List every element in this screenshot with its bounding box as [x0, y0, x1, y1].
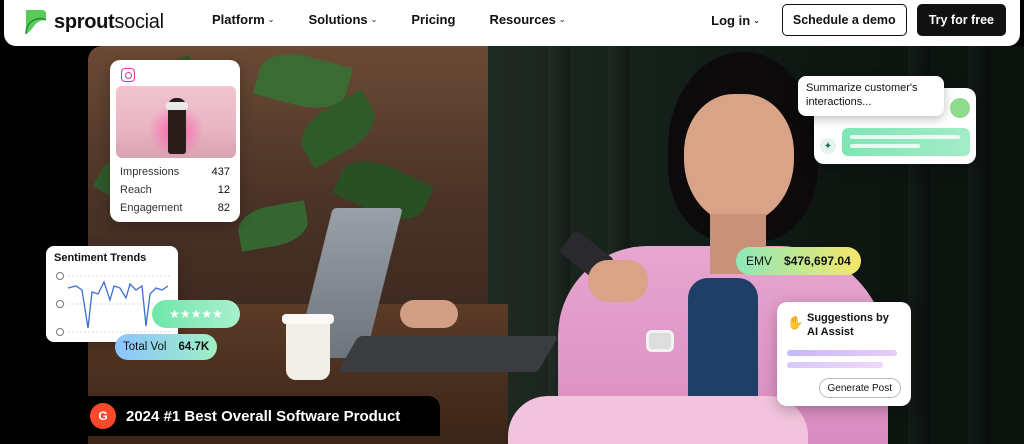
stat-label: Engagement — [120, 202, 183, 214]
text-placeholder-line — [850, 144, 920, 148]
nav-pricing[interactable]: Pricing — [411, 12, 477, 27]
instagram-icon — [121, 68, 135, 82]
chevron-down-icon: ⌄ — [558, 14, 566, 24]
skirt — [508, 396, 808, 444]
nav-resources-label: Resources — [489, 11, 556, 27]
ai-assist-card: ✋ Suggestions by AI Assist Generate Post — [777, 302, 911, 406]
nav-resources[interactable]: Resources ⌄ — [489, 12, 587, 27]
sentiment-trends-card: Sentiment Trends — [46, 246, 178, 342]
laptop-keyboard — [337, 336, 559, 372]
post-stats: Impressions 437 Reach 12 Engagement 82 — [116, 163, 234, 217]
top-nav: sproutsocial Platform ⌄ Solutions ⌄ Pricin… — [4, 0, 1020, 46]
stat-label: Impressions — [120, 166, 180, 178]
ai-hand-sparkle-icon: ✋ — [787, 315, 804, 330]
chevron-down-icon: ⌄ — [370, 14, 378, 24]
coffee-cup-lid — [282, 314, 334, 324]
nav-platform[interactable]: Platform ⌄ — [212, 12, 296, 27]
sparkle-icon: ✦ — [820, 138, 836, 154]
ai-assist-header: ✋ Suggestions by AI Assist — [787, 312, 901, 340]
award-text: 2024 #1 Best Overall Software Product — [126, 407, 401, 425]
nav-links: Platform ⌄ Solutions ⌄ Pricing Resources ⌄ — [212, 0, 600, 38]
chevron-down-icon: ⌄ — [267, 14, 275, 24]
schedule-demo-button[interactable]: Schedule a demo — [781, 4, 907, 36]
stat-row-impressions: Impressions 437 — [116, 163, 234, 181]
sentiment-title: Sentiment Trends — [54, 252, 147, 264]
stat-value: 82 — [217, 202, 230, 214]
chat-prompt-bubble: Summarize customer's interactions... — [798, 76, 944, 116]
emv-label: EMV — [746, 254, 773, 268]
try-free-button[interactable]: Try for free — [916, 4, 1006, 36]
nav-solutions[interactable]: Solutions ⌄ — [308, 12, 399, 27]
award-banner: G 2024 #1 Best Overall Software Product — [80, 396, 440, 436]
post-thumbnail — [116, 86, 236, 158]
ai-assist-title: Suggestions by AI Assist — [807, 312, 889, 338]
login-label: Log in — [711, 12, 751, 28]
g2-logo-icon: G — [90, 403, 116, 429]
text-placeholder-line — [850, 135, 960, 139]
chat-reply-bubble — [842, 128, 970, 156]
generate-post-button[interactable]: Generate Post — [818, 378, 901, 398]
stat-value: 437 — [211, 166, 230, 178]
smartwatch — [646, 330, 674, 352]
positive-face-icon — [56, 272, 64, 280]
face — [684, 94, 794, 224]
coffee-cup — [286, 318, 330, 380]
text-placeholder-line — [787, 349, 897, 356]
neutral-face-icon — [56, 300, 64, 308]
sprout-leaf-icon — [25, 10, 47, 35]
five-star-rating: ★★★★★ — [152, 300, 240, 328]
emv-value: $476,697.04 — [784, 254, 851, 268]
chevron-down-icon: ⌄ — [753, 15, 760, 25]
sprout-social-logo[interactable]: sproutsocial — [22, 8, 164, 36]
hand — [400, 300, 458, 328]
instagram-stats-card: Impressions 437 Reach 12 Engagement 82 — [110, 60, 240, 222]
negative-face-icon — [56, 328, 64, 336]
total-volume-pill: Total Vol 64.7K — [115, 334, 218, 360]
stat-value: 12 — [217, 184, 230, 196]
avatar — [950, 98, 970, 118]
login-link[interactable]: Log in ⌄ — [711, 13, 760, 28]
total-vol-value: 64.7K — [178, 341, 210, 353]
nav-actions: Log in ⌄ Schedule a demo Try for free — [711, 4, 1006, 36]
sentiment-sparkline — [56, 272, 170, 336]
stat-label: Reach — [120, 184, 152, 196]
logo-wordmark: sproutsocial — [54, 11, 164, 34]
stat-row-engagement: Engagement 82 — [116, 199, 234, 217]
stat-row-reach: Reach 12 — [116, 181, 234, 199]
logo-word-social: social — [114, 10, 164, 33]
nav-solutions-label: Solutions — [308, 11, 368, 27]
total-vol-label: Total Vol — [123, 341, 167, 353]
text-placeholder-line — [787, 361, 883, 368]
blue-top — [688, 278, 758, 398]
logo-word-sprout: sprout — [54, 10, 115, 33]
nav-platform-label: Platform — [212, 11, 265, 27]
hand — [588, 260, 648, 302]
emv-pill: EMV $476,697.04 — [736, 247, 861, 275]
vr-headset — [166, 102, 188, 110]
page: sproutsocial Platform ⌄ Solutions ⌄ Pricin… — [0, 0, 1024, 444]
nav-pricing-label: Pricing — [411, 11, 456, 27]
